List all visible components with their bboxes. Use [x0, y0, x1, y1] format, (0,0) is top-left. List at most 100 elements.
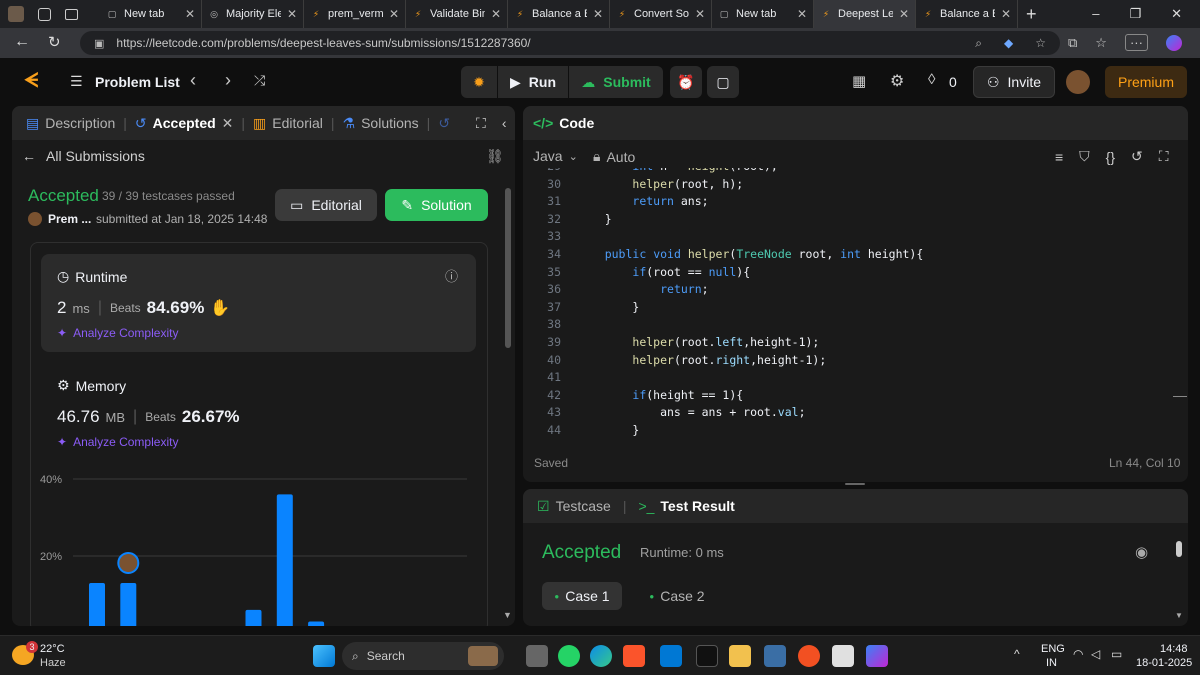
- site-info-icon[interactable]: ▣: [94, 37, 104, 50]
- close-tab-icon[interactable]: ✕: [797, 7, 807, 21]
- expand-icon[interactable]: ⛶: [476, 115, 486, 132]
- left-scrollbar[interactable]: [505, 188, 511, 348]
- edge-icon[interactable]: [590, 645, 612, 667]
- case-2-tab[interactable]: ● Case 2: [637, 582, 717, 610]
- whatsapp-icon[interactable]: [558, 645, 580, 667]
- workspaces-icon[interactable]: [38, 7, 51, 21]
- favorite-star-icon[interactable]: ☆: [1035, 36, 1046, 51]
- new-tab-button[interactable]: +: [1026, 4, 1037, 25]
- case-1-tab[interactable]: ● Case 1: [542, 582, 622, 610]
- close-tab-icon[interactable]: ✕: [593, 7, 603, 21]
- terminal-app-icon[interactable]: [696, 645, 718, 667]
- solution-button[interactable]: ✎ Solution: [385, 189, 488, 221]
- close-tab-icon[interactable]: ✕: [491, 7, 501, 21]
- timer-button[interactable]: ⏰: [670, 66, 702, 98]
- browser-tab[interactable]: ▢ New tab ✕: [100, 0, 202, 28]
- battery-icon[interactable]: ▭: [1111, 647, 1122, 661]
- invite-button[interactable]: ⚇ Invite: [973, 66, 1055, 98]
- code-editor[interactable]: 29 int h = height(root); 30 helper(root, …: [523, 168, 1175, 436]
- language-selector[interactable]: Java ⌄: [533, 148, 578, 164]
- copilot-taskbar-icon[interactable]: [866, 645, 888, 667]
- browser-tab[interactable]: ▢ New tab ✕: [712, 0, 814, 28]
- scroll-down-icon[interactable]: ▼: [503, 610, 512, 620]
- format-icon[interactable]: ≡: [1055, 149, 1063, 165]
- braces-icon[interactable]: {}: [1106, 149, 1115, 165]
- snipping-tool-icon[interactable]: [764, 645, 786, 667]
- leetcode-logo-icon[interactable]: ᗕ: [24, 70, 39, 93]
- copilot-icon[interactable]: [1165, 34, 1182, 51]
- store-icon[interactable]: [832, 645, 854, 667]
- tab-test-result[interactable]: Test Result: [660, 498, 734, 514]
- close-tab-icon[interactable]: ✕: [185, 7, 195, 21]
- close-tab-icon[interactable]: ✕: [899, 7, 909, 21]
- close-tab-icon[interactable]: ✕: [695, 7, 705, 21]
- runtime-analyze-link[interactable]: ✦ Analyze Complexity: [57, 326, 178, 340]
- file-explorer-icon[interactable]: [729, 645, 751, 667]
- runtime-card[interactable]: ◷ Runtime ⓘ 2 ms | Beats 84.69% ✋ ✦ Anal…: [41, 254, 476, 352]
- volume-icon[interactable]: ◁: [1091, 647, 1100, 661]
- reset-icon[interactable]: ↺: [1131, 148, 1143, 165]
- fullscreen-icon[interactable]: ⛶: [1159, 148, 1169, 165]
- tab-editorial[interactable]: Editorial: [272, 115, 323, 131]
- notes-button[interactable]: ▢: [707, 66, 739, 98]
- tab-actions-icon[interactable]: [65, 8, 78, 20]
- back-icon[interactable]: ←: [14, 33, 30, 51]
- bookmark-icon[interactable]: ⛉: [1079, 148, 1090, 165]
- close-window-icon[interactable]: ✕: [1171, 6, 1182, 22]
- browser-tab[interactable]: ◎ Majority Eleme ✕: [202, 0, 304, 28]
- url-field[interactable]: ▣ https://leetcode.com/problems/deepest-…: [80, 31, 1060, 55]
- tab-solutions[interactable]: Solutions: [361, 115, 419, 131]
- browser-tab[interactable]: ⚡ Balance a Bin ✕: [508, 0, 610, 28]
- extensions-icon[interactable]: ⧉: [1068, 35, 1077, 51]
- windows-start-icon[interactable]: [313, 645, 335, 667]
- memory-analyze-link[interactable]: ✦ Analyze Complexity: [57, 435, 178, 449]
- vscode-icon[interactable]: [660, 645, 682, 667]
- info-icon[interactable]: ⓘ: [445, 266, 458, 285]
- problem-list-link[interactable]: Problem List: [95, 74, 180, 90]
- settings-gear-icon[interactable]: ⚙: [890, 71, 904, 91]
- tab-testcase[interactable]: Testcase: [556, 498, 611, 514]
- browser-tab[interactable]: ⚡ Validate Bina ✕: [406, 0, 508, 28]
- panel-resize-handle[interactable]: [845, 483, 865, 485]
- favorites-icon[interactable]: ☆: [1095, 35, 1107, 51]
- next-problem-icon[interactable]: ›: [225, 70, 231, 91]
- close-tab-icon[interactable]: ✕: [222, 115, 234, 132]
- share-link-icon[interactable]: ⛓: [486, 148, 504, 165]
- brave-icon[interactable]: [623, 645, 645, 667]
- browser-tab[interactable]: ⚡ Balance a Bin ✕: [916, 0, 1018, 28]
- auto-mode[interactable]: 🔒︎ Auto: [593, 148, 635, 165]
- extension-icon[interactable]: ◆: [1004, 36, 1013, 51]
- premium-button[interactable]: Premium: [1105, 66, 1187, 98]
- test-scroll-down-icon[interactable]: ▼: [1175, 611, 1183, 620]
- editorial-button[interactable]: ▭ Editorial: [275, 189, 377, 221]
- browser-tab[interactable]: ⚡ prem_verma: ✕: [304, 0, 406, 28]
- tab-accepted[interactable]: Accepted: [153, 115, 216, 131]
- close-tab-icon[interactable]: ✕: [389, 7, 399, 21]
- problem-list-icon[interactable]: ☰: [70, 73, 83, 90]
- user-avatar[interactable]: [1066, 70, 1090, 94]
- browser-tab[interactable]: ⚡ Convert Sorte ✕: [610, 0, 712, 28]
- prev-problem-icon[interactable]: ‹: [190, 70, 196, 91]
- submitter-name[interactable]: Prem ...: [48, 212, 91, 226]
- profile-avatar[interactable]: [8, 6, 24, 22]
- layout-icon[interactable]: ▦: [852, 72, 866, 90]
- eye-icon[interactable]: ◉: [1135, 543, 1148, 561]
- browser-tab[interactable]: ⚡ Deepest Leav ✕: [814, 0, 916, 28]
- tab-description[interactable]: Description: [45, 115, 115, 131]
- language-indicator[interactable]: ENG: [1041, 643, 1065, 655]
- clock-time[interactable]: 14:48: [1160, 643, 1188, 655]
- maximize-icon[interactable]: ❐: [1129, 6, 1141, 22]
- app-orange-icon[interactable]: [798, 645, 820, 667]
- debug-button[interactable]: ✹: [461, 66, 497, 98]
- minimize-icon[interactable]: –: [1092, 6, 1099, 22]
- zoom-icon[interactable]: ⌕: [975, 36, 982, 51]
- all-submissions-row[interactable]: ← All Submissions: [22, 148, 145, 164]
- taskbar-search[interactable]: ⌕ Search: [342, 642, 504, 670]
- streak-fire-icon[interactable]: ◊: [928, 71, 935, 88]
- test-scrollbar[interactable]: [1176, 541, 1182, 557]
- more-menu-icon[interactable]: ···: [1124, 34, 1148, 51]
- submit-button[interactable]: ☁ Submit: [569, 66, 663, 98]
- refresh-icon[interactable]: ↻: [48, 33, 61, 51]
- history-icon[interactable]: ↺: [438, 115, 450, 132]
- shuffle-icon[interactable]: ⤮: [254, 72, 265, 89]
